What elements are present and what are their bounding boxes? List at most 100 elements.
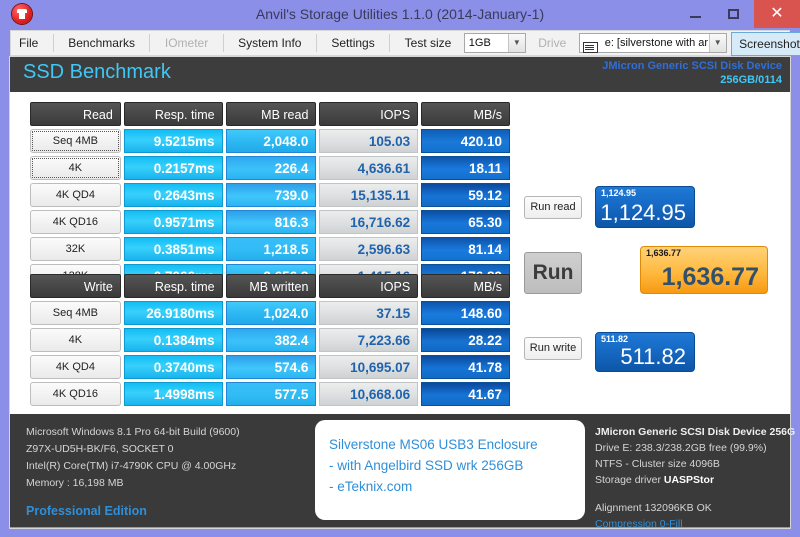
read-mbs-0: 420.10 <box>421 129 511 153</box>
drive-device-name: JMicron Generic SCSI Disk Device 256G <box>595 426 795 438</box>
write-row-button-3[interactable]: 4K QD16 <box>30 382 121 406</box>
system-board: Z97X-UD5H-BK/F6, SOCKET 0 <box>26 443 174 455</box>
table-row: 4K QD16 1.4998ms 577.5 10,668.06 41.67 <box>30 382 511 406</box>
read-table-header: Read Resp. time MB read IOPS MB/s <box>30 102 511 126</box>
system-info-block: Microsoft Windows 8.1 Pro 64-bit Build (… <box>26 424 240 520</box>
read-mbs-1: 18.11 <box>421 156 511 180</box>
write-score-value: 511.82 <box>620 344 686 369</box>
bottom-info-panel: Microsoft Windows 8.1 Pro 64-bit Build (… <box>10 414 795 530</box>
drive-storage-driver: Storage driver UASPStor <box>595 472 795 488</box>
write-iops-1: 7,223.66 <box>319 328 419 352</box>
table-row: 4K 0.2157ms 226.4 4,636.61 18.11 <box>30 156 511 180</box>
read-resp-2: 0.2643ms <box>123 183 223 207</box>
total-score-small: 1,636.77 <box>646 248 682 258</box>
read-resp-1: 0.2157ms <box>123 156 223 180</box>
table-row: 4K 0.1384ms 382.4 7,223.66 28.22 <box>30 328 511 352</box>
write-mbs-0: 148.60 <box>421 301 511 325</box>
maximize-button[interactable] <box>717 0 750 28</box>
edition-label: Professional Edition <box>26 504 147 518</box>
title-bar: Anvil's Storage Utilities 1.1.0 (2014-Ja… <box>0 0 800 28</box>
read-iops-3: 16,716.62 <box>319 210 419 234</box>
total-score-value: 1,636.77 <box>661 263 759 291</box>
annotation-note: Silverstone MS06 USB3 Enclosure - with A… <box>315 420 585 520</box>
table-row: 4K QD16 0.9571ms 816.3 16,716.62 65.30 <box>30 210 511 234</box>
drive-select[interactable]: e: [silverstone with ar ▼ <box>578 33 727 54</box>
menu-item-file[interactable]: File <box>11 31 46 55</box>
read-iops-1: 4,636.61 <box>319 156 419 180</box>
drive-label: Drive <box>538 36 567 50</box>
read-iops-0: 105.03 <box>319 129 419 153</box>
write-row-button-0[interactable]: Seq 4MB <box>30 301 121 325</box>
read-resp-0: 9.5215ms <box>123 129 223 153</box>
storage-driver-value: UASPStor <box>663 474 715 486</box>
run-button[interactable]: Run <box>524 252 582 294</box>
run-write-button[interactable]: Run write <box>524 337 582 360</box>
write-mb-2: 574.6 <box>225 355 317 379</box>
read-header-mb-read: MB read <box>225 102 317 126</box>
chevron-down-icon: ▼ <box>507 34 525 52</box>
write-header-iops: IOPS <box>319 274 419 298</box>
total-score-badge: 1,636.77 1,636.77 <box>640 246 768 294</box>
window-controls: ✕ <box>679 0 800 28</box>
page-title: SSD Benchmark <box>23 61 171 83</box>
read-row-button-1[interactable]: 4K <box>30 156 121 180</box>
menu-item-iometer: IOmeter <box>164 36 209 50</box>
write-mbs-2: 41.78 <box>421 355 511 379</box>
table-row: Seq 4MB 26.9180ms 1,024.0 37.15 148.60 <box>30 301 511 325</box>
minimize-button[interactable] <box>679 0 712 28</box>
write-mb-1: 382.4 <box>225 328 317 352</box>
chevron-down-icon: ▼ <box>708 34 726 52</box>
menu-item-system-info[interactable]: System Info <box>230 31 309 55</box>
screenshot-button[interactable]: Screenshot <box>731 32 800 56</box>
read-header-iops: IOPS <box>319 102 419 126</box>
read-row-button-2[interactable]: 4K QD4 <box>30 183 121 207</box>
write-resp-0: 26.9180ms <box>123 301 223 325</box>
system-os: Microsoft Windows 8.1 Pro 64-bit Build (… <box>26 426 240 438</box>
read-header-read: Read <box>30 102 121 126</box>
write-table-header: Write Resp. time MB written IOPS MB/s <box>30 274 511 298</box>
read-header-mbs: MB/s <box>421 102 511 126</box>
write-resp-3: 1.4998ms <box>123 382 223 406</box>
drive-filesystem: NTFS - Cluster size 4096B <box>595 458 720 470</box>
read-mb-4: 1,218.5 <box>225 237 317 261</box>
write-mb-0: 1,024.0 <box>225 301 317 325</box>
read-header-resp-time: Resp. time <box>123 102 223 126</box>
read-row-button-3[interactable]: 4K QD16 <box>30 210 121 234</box>
drive-capacity: Drive E: 238.3/238.2GB free (99.9%) <box>595 442 767 454</box>
close-button[interactable]: ✕ <box>754 0 800 28</box>
close-icon: ✕ <box>770 5 784 22</box>
read-mbs-3: 65.30 <box>421 210 511 234</box>
write-iops-3: 10,668.06 <box>319 382 419 406</box>
write-mb-3: 577.5 <box>225 382 317 406</box>
read-score-value: 1,124.95 <box>600 200 686 225</box>
read-results-table: Read Resp. time MB read IOPS MB/s Seq 4M… <box>30 102 511 291</box>
test-size-label: Test size <box>404 36 452 50</box>
header-band: SSD Benchmark JMicron Generic SCSI Disk … <box>10 57 790 92</box>
system-cpu: Intel(R) Core(TM) i7-4790K CPU @ 4.00GHz <box>26 460 237 472</box>
storage-driver-label: Storage driver <box>595 474 661 486</box>
write-score-small: 511.82 <box>601 334 629 344</box>
write-row-button-1[interactable]: 4K <box>30 328 121 352</box>
write-iops-2: 10,695.07 <box>319 355 419 379</box>
drive-info-block: JMicron Generic SCSI Disk Device 256G Dr… <box>595 424 795 532</box>
menu-separator <box>222 34 224 52</box>
read-mb-3: 816.3 <box>225 210 317 234</box>
read-row-button-4[interactable]: 32K <box>30 237 121 261</box>
device-header-capacity: 256GB/0114 <box>720 74 782 86</box>
read-score-badge: 1,124.95 1,124.95 <box>595 186 695 228</box>
test-size-select[interactable]: 1GB ▼ <box>463 33 526 53</box>
write-score-badge: 511.82 511.82 <box>595 332 695 372</box>
write-row-button-2[interactable]: 4K QD4 <box>30 355 121 379</box>
menu-separator <box>315 34 317 52</box>
read-mb-2: 739.0 <box>225 183 317 207</box>
write-mbs-1: 28.22 <box>421 328 511 352</box>
menu-separator <box>149 34 151 52</box>
menu-item-settings[interactable]: Settings <box>323 31 382 55</box>
read-mb-1: 226.4 <box>225 156 317 180</box>
write-resp-2: 0.3740ms <box>123 355 223 379</box>
menu-item-benchmarks[interactable]: Benchmarks <box>60 31 143 55</box>
read-resp-4: 0.3851ms <box>123 237 223 261</box>
run-read-button[interactable]: Run read <box>524 196 582 219</box>
read-row-button-0[interactable]: Seq 4MB <box>30 129 121 153</box>
write-header-mbs: MB/s <box>421 274 511 298</box>
